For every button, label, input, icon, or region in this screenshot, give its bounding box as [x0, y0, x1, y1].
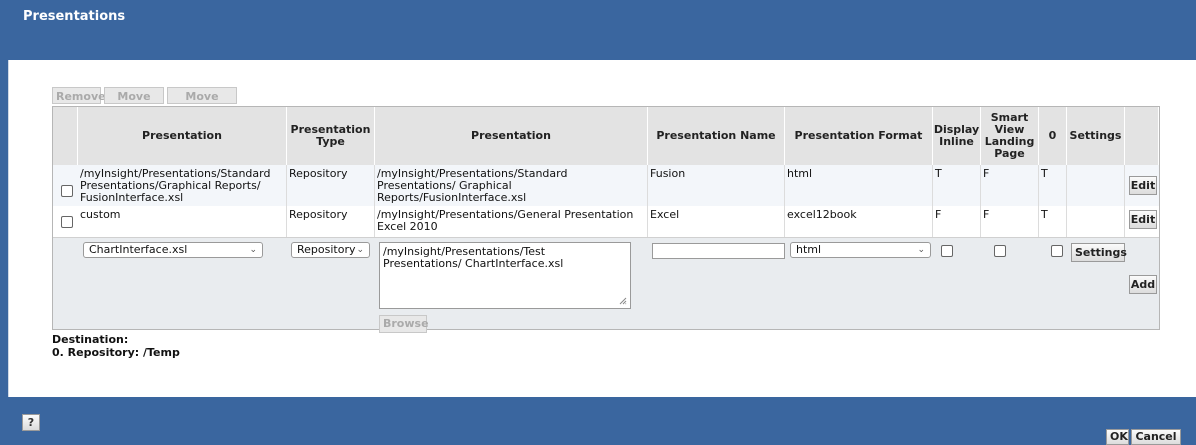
- remove-button[interactable]: Remove: [52, 87, 106, 104]
- move-up-button[interactable]: Move up: [104, 87, 164, 120]
- cell-format: html: [785, 165, 933, 206]
- cell-landing-page: F: [981, 165, 1039, 206]
- cell-path: /myInsight/Presentations/Standard Presen…: [375, 165, 648, 206]
- cell-zero: T: [1039, 165, 1067, 206]
- header-presentation-type: Presentation Type: [287, 107, 375, 165]
- edit-button[interactable]: Edit: [1129, 176, 1157, 195]
- header-presentation-name: Presentation Name: [648, 107, 785, 165]
- cell-landing-page: F: [981, 206, 1039, 237]
- chevron-down-icon: ⌄: [917, 245, 925, 255]
- cell-settings: [1067, 165, 1125, 206]
- help-button[interactable]: ?: [22, 414, 40, 431]
- cell-presentation: /myInsight/Presentations/Standard Presen…: [78, 165, 287, 206]
- destination-value: 0. Repository: /Temp: [52, 346, 180, 359]
- path-textarea[interactable]: /myInsight/Presentations/Test Presentati…: [379, 242, 631, 309]
- header-settings: Settings: [1067, 107, 1125, 165]
- cell-name: Excel: [648, 206, 785, 237]
- zero-checkbox[interactable]: [1051, 245, 1063, 257]
- title-bar: Presentations: [0, 0, 1196, 60]
- row-checkbox[interactable]: [61, 216, 73, 228]
- content-panel: Remove Move up Move down Presentation Pr…: [8, 60, 1196, 397]
- destination-label: Destination:: [52, 333, 129, 346]
- cell-settings: [1067, 206, 1125, 237]
- browse-button[interactable]: Browse: [379, 315, 429, 333]
- presentation-name-input[interactable]: [652, 243, 785, 259]
- table-row: /myInsight/Presentations/Standard Presen…: [53, 165, 1159, 207]
- grid-header: Presentation Presentation Type Presentat…: [53, 107, 1159, 166]
- display-inline-checkbox[interactable]: [941, 245, 953, 257]
- window-title: Presentations: [23, 9, 126, 24]
- cell-display-inline: T: [933, 165, 981, 206]
- header-presentation: Presentation: [78, 107, 287, 165]
- format-select[interactable]: html ⌄: [790, 242, 931, 258]
- header-presentation-format: Presentation Format: [785, 107, 933, 165]
- edit-button[interactable]: Edit: [1129, 210, 1157, 229]
- cell-path: /myInsight/Presentations/General Present…: [375, 206, 648, 237]
- table-row: custom Repository /myInsight/Presentatio…: [53, 206, 1159, 238]
- chevron-down-icon: ⌄: [249, 245, 257, 255]
- type-select-value: Repository: [297, 243, 356, 256]
- format-select-value: html: [796, 243, 822, 256]
- cell-format: excel12book: [785, 206, 933, 237]
- cell-display-inline: F: [933, 206, 981, 237]
- cell-zero: T: [1039, 206, 1067, 237]
- presentations-grid: Presentation Presentation Type Presentat…: [52, 106, 1160, 333]
- footer-bar: ? OK Cancel: [0, 397, 1196, 445]
- settings-button[interactable]: Settings: [1071, 243, 1127, 262]
- row-checkbox[interactable]: [61, 185, 73, 197]
- cell-presentation: custom: [78, 206, 287, 237]
- header-actions: [1125, 107, 1159, 165]
- resize-handle-icon[interactable]: [619, 297, 627, 305]
- presentation-select-value: ChartInterface.xsl: [89, 243, 188, 256]
- type-select[interactable]: Repository ⌄: [291, 242, 370, 258]
- header-select: [53, 107, 78, 165]
- presentation-select[interactable]: ChartInterface.xsl ⌄: [83, 242, 263, 258]
- cell-type: Repository: [287, 165, 375, 206]
- cell-name: Fusion: [648, 165, 785, 206]
- landing-page-checkbox[interactable]: [994, 245, 1006, 257]
- cell-type: Repository: [287, 206, 375, 237]
- path-textarea-value: /myInsight/Presentations/Test Presentati…: [383, 245, 564, 270]
- move-down-button[interactable]: Move down: [167, 87, 237, 120]
- add-button[interactable]: Add: [1129, 275, 1157, 294]
- header-presentation-path: Presentation: [375, 107, 648, 165]
- header-zero: 0: [1039, 107, 1067, 165]
- header-display-inline: Display Inline: [933, 107, 981, 165]
- chevron-down-icon: ⌄: [356, 245, 364, 255]
- header-smart-view-landing: Smart View Landing Page: [981, 107, 1039, 165]
